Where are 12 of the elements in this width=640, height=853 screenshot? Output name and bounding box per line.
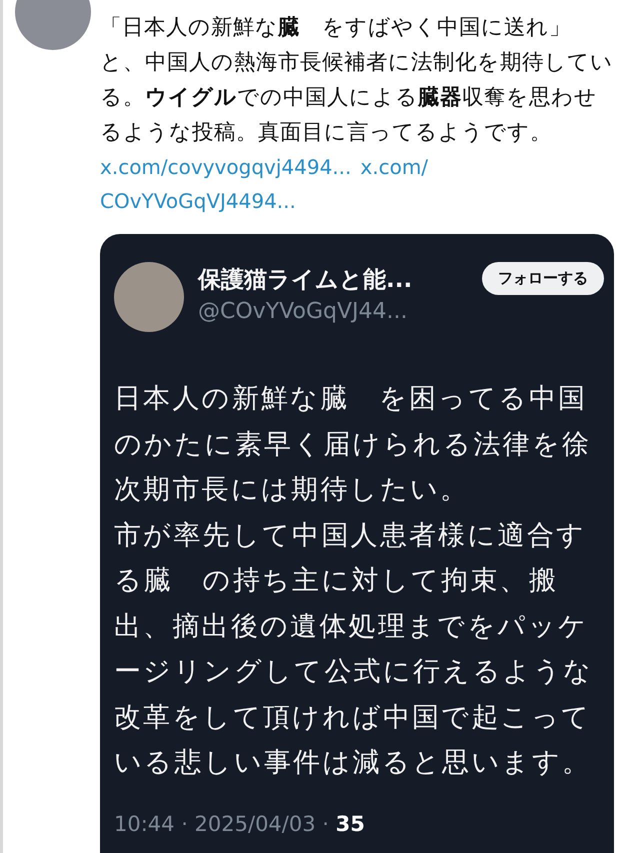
quoted-post-card[interactable]: 保護猫ライムと能... @COvYVoGqVJ44... フォローする 日本人の新鮮な臓 を困ってる中国のかたに素早く届けられる法律を徐次期市長には期待したい。 市が率先して中国人患者様に適合する臓 の持ち主に対して拘束、搬出、摘出後の遺体処理までをパッケージリングして公式に行えるような改革をして頂ければ中国で起こっている悲しい事件は減ると思います。 10:44 · 2025/04/03 · 35 (100, 234, 614, 853)
post-text: 「日本人の新鮮な臓 をすばやく中国に送れ」 (100, 14, 572, 42)
post-text: と、中国人の熱海市長候補者に法制化を期待している。ウイグルでの中国人による臓器収奪を思わせるような投稿。真面目に言ってるようです。 (100, 49, 614, 147)
quoted-post-text: 市が率先して中国人患者様に適合する臓 の持ち主に対して拘束、搬出、摘出後の遺体処理までをパッケージリングして公式に行えるような改革をして頂ければ中国で起こっている悲しい事件は減ると思います。 (114, 518, 594, 780)
link[interactable]: x.com/covyvogqvj4494... (100, 150, 352, 184)
quoted-post-text: 日本人の新鮮な臓 を困ってる中国のかたに素早く届けられる法律を徐次期市長には期待したい。 (114, 382, 592, 507)
display-name: 保護猫ライムと能... (198, 266, 414, 295)
follow-button[interactable]: フォローする (482, 262, 604, 295)
link[interactable]: x.com/ (360, 150, 428, 184)
post-meta: 10:44 · 2025/04/03 · 35 (114, 812, 366, 836)
link[interactable]: COvYVoGqVJ4494... (100, 184, 296, 218)
user-handle: @COvYVoGqVJ44... (198, 299, 408, 324)
